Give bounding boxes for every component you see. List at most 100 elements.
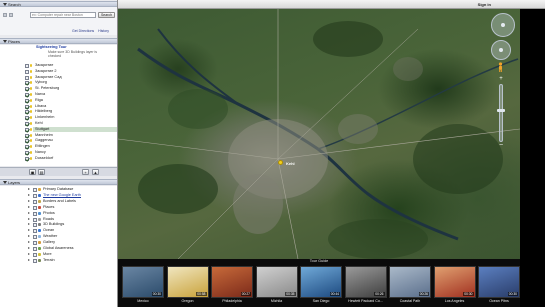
place-item[interactable]: Stuttgart — [25, 126, 117, 132]
place-checkbox[interactable] — [25, 98, 29, 103]
layer-checkbox[interactable] — [33, 223, 37, 228]
layer-checkbox[interactable] — [33, 229, 37, 234]
search-places-button[interactable]: ◼ — [29, 169, 36, 175]
place-item[interactable]: Riga — [25, 98, 43, 103]
place-item[interactable]: Libava — [25, 104, 46, 109]
expand-arrow-icon[interactable] — [28, 229, 30, 232]
tour-label[interactable]: Hewlett Packard Co... — [345, 299, 387, 303]
expand-arrow-icon[interactable] — [28, 223, 30, 226]
place-checkbox[interactable] — [25, 122, 29, 126]
place-item[interactable]: Narva — [25, 92, 45, 97]
tour-label[interactable]: San Diego — [300, 299, 342, 303]
layer-item[interactable]: Weather — [28, 234, 57, 240]
place-checkbox[interactable] — [25, 64, 29, 68]
expand-arrow-icon[interactable] — [28, 205, 30, 208]
layer-checkbox[interactable] — [33, 188, 37, 192]
place-checkbox[interactable] — [25, 69, 29, 74]
search-input[interactable] — [30, 12, 96, 18]
zoom-slider-thumb[interactable] — [497, 109, 505, 112]
pegman-icon[interactable] — [497, 62, 504, 72]
layer-item[interactable]: Places — [28, 205, 54, 210]
place-item[interactable]: Ettlingen — [25, 144, 50, 150]
expand-arrow-icon[interactable] — [28, 188, 30, 190]
move-joystick[interactable] — [491, 40, 511, 60]
layer-item[interactable]: Photos — [28, 211, 55, 216]
layer-checkbox[interactable] — [33, 241, 37, 246]
place-item[interactable]: St. Petersburg — [25, 86, 59, 92]
tour-thumbnail[interactable]: 00:35 — [255, 266, 298, 298]
layer-checkbox[interactable] — [33, 211, 37, 216]
expand-arrow-icon[interactable] — [28, 258, 30, 261]
layer-item[interactable]: Gallery — [28, 240, 55, 246]
places-panel-header[interactable]: Places — [0, 38, 117, 44]
place-checkbox[interactable] — [25, 81, 29, 86]
sign-in-link[interactable]: Sign in — [478, 2, 491, 7]
place-item[interactable]: Nancy — [25, 150, 46, 155]
tour-label[interactable]: Philadelphia — [211, 299, 253, 303]
tour-label[interactable]: Los Angeles — [434, 299, 476, 303]
layer-checkbox[interactable] — [33, 217, 37, 222]
look-joystick[interactable] — [491, 13, 515, 37]
layer-item[interactable]: The new Google Earth — [28, 193, 81, 198]
layer-checkbox[interactable] — [33, 235, 37, 240]
sightseeing-tour-item[interactable]: Sightseeing Tour — [36, 45, 67, 49]
history-link[interactable]: History — [98, 29, 109, 33]
layer-item[interactable]: Terrain — [28, 258, 55, 263]
layer-checkbox[interactable] — [33, 247, 37, 251]
tour-thumbnail[interactable]: 00:30 — [433, 266, 476, 298]
tour-thumbnail[interactable]: 00:27 — [211, 266, 253, 298]
zoom-slider[interactable] — [499, 84, 503, 142]
expand-arrow-icon[interactable] — [28, 199, 30, 202]
place-checkbox[interactable] — [25, 156, 29, 161]
layer-item[interactable]: 3D Buildings — [28, 222, 64, 228]
tour-label[interactable]: Coastal Path — [389, 299, 431, 303]
move-up-button[interactable]: ▲ — [92, 169, 99, 175]
tour-label[interactable]: Mizhila — [256, 299, 298, 303]
map-place-label[interactable]: Kehl — [286, 161, 295, 166]
tour-label[interactable]: Mexico — [122, 299, 164, 303]
directions-tab-icon[interactable] — [9, 13, 13, 17]
place-checkbox[interactable] — [25, 133, 29, 138]
expand-arrow-icon[interactable] — [28, 211, 30, 214]
tour-thumbnail[interactable]: 00:30 — [478, 266, 520, 298]
tour-thumbnail[interactable]: 00:26 — [389, 266, 431, 298]
layers-panel-header[interactable]: Layers — [0, 179, 117, 185]
tour-thumbnail[interactable]: 00:26 — [344, 266, 387, 298]
search-panel-header[interactable]: Search — [0, 1, 117, 7]
place-item[interactable]: Gaggenau — [25, 138, 53, 144]
layer-item[interactable]: Borders and Labels — [28, 199, 76, 204]
zoom-in-button[interactable]: + — [497, 76, 505, 83]
layer-checkbox[interactable] — [33, 199, 37, 204]
place-item[interactable]: Заокритие — [25, 63, 53, 68]
layer-item[interactable]: Ocean — [28, 228, 54, 234]
place-item[interactable]: Hildelberg — [25, 109, 52, 115]
expand-arrow-icon[interactable] — [28, 247, 30, 249]
place-checkbox[interactable] — [25, 104, 29, 109]
place-checkbox[interactable] — [25, 87, 29, 92]
place-checkbox[interactable] — [25, 75, 29, 80]
place-item[interactable]: Linkenheim — [25, 115, 54, 121]
tour-label[interactable]: Oregon — [167, 299, 209, 303]
get-directions-link[interactable]: Get Directions — [72, 29, 94, 33]
layer-item[interactable]: More — [28, 252, 52, 257]
layer-checkbox[interactable] — [33, 193, 37, 198]
layer-checkbox[interactable] — [33, 205, 37, 210]
expand-arrow-icon[interactable] — [28, 193, 30, 196]
place-checkbox[interactable] — [25, 93, 29, 97]
tour-thumbnail[interactable]: 00:30 — [122, 266, 164, 298]
place-item[interactable]: Mannheim — [25, 133, 53, 138]
tour-thumbnail[interactable]: 00:44 — [300, 266, 342, 298]
layer-item[interactable]: Global Awareness — [28, 246, 74, 251]
expand-arrow-icon[interactable] — [28, 217, 30, 220]
expand-arrow-icon[interactable] — [28, 235, 30, 238]
place-checkbox[interactable] — [25, 110, 29, 115]
place-marker-icon[interactable] — [278, 160, 283, 165]
search-button[interactable]: Search — [98, 12, 115, 18]
list-view-button[interactable]: ▤ — [38, 169, 45, 175]
place-checkbox[interactable] — [25, 145, 29, 150]
place-item[interactable]: Vyborg — [25, 80, 47, 86]
place-item[interactable]: Заокритие 2 — [25, 69, 57, 74]
earth-map-view[interactable]: Kehl — [118, 9, 520, 259]
place-checkbox[interactable] — [25, 116, 29, 121]
place-item[interactable]: Dusseldorf — [25, 156, 53, 161]
